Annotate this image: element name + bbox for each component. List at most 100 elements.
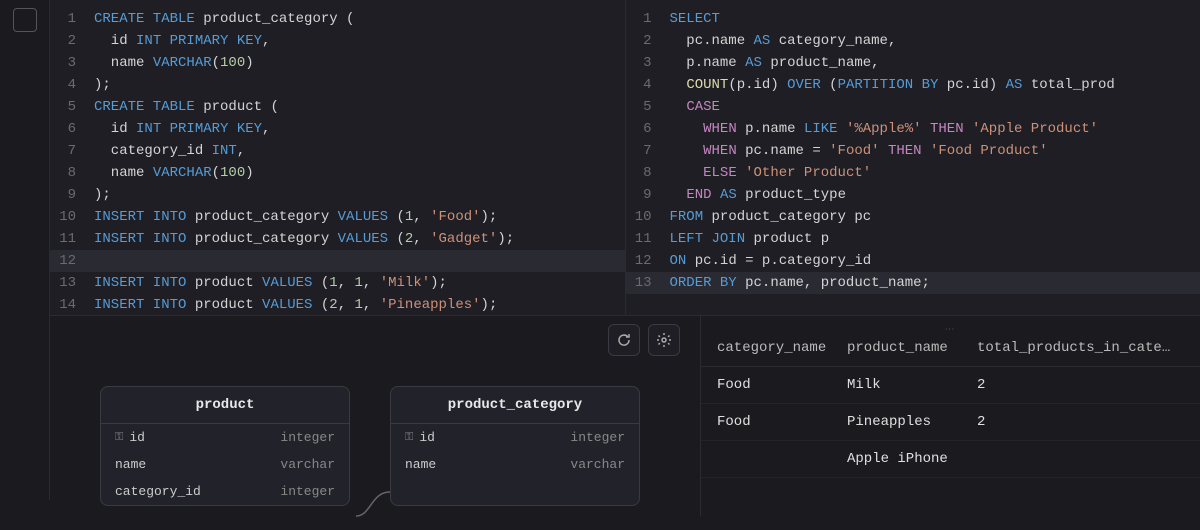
code-line[interactable]: 12 [50,250,625,272]
line-number: 5 [634,96,670,118]
code-line[interactable]: 10INSERT INTO product_category VALUES (1… [50,206,625,228]
code-content: CASE [670,96,720,118]
line-number: 11 [58,228,94,250]
line-number: 1 [58,8,94,30]
results-column-header[interactable]: total_products_in_category [977,340,1184,356]
code-line[interactable]: 5CREATE TABLE product ( [50,96,625,118]
results-cell [717,451,847,467]
column-name: id [129,430,145,445]
code-line[interactable]: 8 name VARCHAR(100) [50,162,625,184]
code-content: WHEN p.name LIKE '%Apple%' THEN 'Apple P… [670,118,1099,140]
results-panel: ⋯ category_nameproduct_nametotal_product… [700,316,1200,516]
code-line[interactable]: 13ORDER BY pc.name, product_name; [626,272,1200,294]
schema-card-product-category[interactable]: product_category ⚿idintegernamevarchar [390,386,640,506]
code-content: ); [94,184,111,206]
line-number: 4 [634,74,670,96]
code-content: name VARCHAR(100) [94,52,254,74]
schema-column[interactable]: name varchar [101,451,349,478]
code-content: WHEN pc.name = 'Food' THEN 'Food Product… [670,140,1048,162]
code-content: p.name AS product_name, [670,52,880,74]
code-line[interactable]: 8 ELSE 'Other Product' [626,162,1200,184]
results-column-header[interactable]: product_name [847,340,977,356]
results-column-header[interactable]: category_name [717,340,847,356]
column-type: integer [280,430,335,445]
column-name: name [115,457,146,472]
code-line[interactable]: 3 name VARCHAR(100) [50,52,625,74]
schema-card-title: product_category [391,387,639,424]
line-number: 1 [634,8,670,30]
code-line[interactable]: 11INSERT INTO product_category VALUES (2… [50,228,625,250]
results-cell: Apple iPhone [847,451,977,467]
code-line[interactable]: 6 WHEN p.name LIKE '%Apple%' THEN 'Apple… [626,118,1200,140]
schema-column[interactable]: category_id integer [101,478,349,505]
results-cell: 2 [977,377,1184,393]
code-content: CREATE TABLE product ( [94,96,279,118]
schema-card-product[interactable]: product ⚿ id integer name varchar category_id… [100,386,350,506]
gear-icon [656,332,672,348]
code-line[interactable]: 7 WHEN pc.name = 'Food' THEN 'Food Produ… [626,140,1200,162]
bottom-panel: product ⚿ id integer name varchar category_id… [50,315,1200,516]
schema-column[interactable]: ⚿ id integer [101,424,349,451]
results-row[interactable]: Apple iPhone [701,441,1200,478]
code-line[interactable]: 9 END AS product_type [626,184,1200,206]
settings-button[interactable] [648,324,680,356]
code-line[interactable]: 1CREATE TABLE product_category ( [50,8,625,30]
line-number: 2 [58,30,94,52]
code-content: INSERT INTO product_category VALUES (1, … [94,206,497,228]
line-number: 13 [634,272,670,294]
results-row[interactable]: FoodMilk2 [701,367,1200,404]
code-content: category_id INT, [94,140,245,162]
line-number: 6 [634,118,670,140]
line-number: 9 [634,184,670,206]
activity-icon[interactable] [13,8,37,32]
schema-cards: product ⚿ id integer name varchar category_id… [60,386,690,506]
line-number: 10 [634,206,670,228]
code-line[interactable]: 14INSERT INTO product VALUES (2, 1, 'Pin… [50,294,625,315]
code-line[interactable]: 3 p.name AS product_name, [626,52,1200,74]
code-line[interactable]: 4 COUNT(p.id) OVER (PARTITION BY pc.id) … [626,74,1200,96]
code-content: COUNT(p.id) OVER (PARTITION BY pc.id) AS… [670,74,1115,96]
code-line[interactable]: 13INSERT INTO product VALUES (1, 1, 'Mil… [50,272,625,294]
results-cell: Food [717,377,847,393]
line-number: 9 [58,184,94,206]
code-line[interactable]: 4); [50,74,625,96]
column-type: integer [280,484,335,499]
code-line[interactable]: 5 CASE [626,96,1200,118]
code-line[interactable]: 2 pc.name AS category_name, [626,30,1200,52]
code-line[interactable]: 11LEFT JOIN product p [626,228,1200,250]
code-content: ); [94,74,111,96]
line-number: 6 [58,118,94,140]
column-name: name [405,457,436,472]
code-line[interactable]: 6 id INT PRIMARY KEY, [50,118,625,140]
editor-schema[interactable]: 1CREATE TABLE product_category (2 id INT… [50,0,626,315]
results-cell [977,451,1184,467]
results-cell: Milk [847,377,977,393]
code-line[interactable]: 1SELECT [626,8,1200,30]
line-number: 7 [58,140,94,162]
line-number: 8 [58,162,94,184]
code-line[interactable]: 9); [50,184,625,206]
key-icon: ⚿ [115,432,123,444]
editor-query[interactable]: 1SELECT2 pc.name AS category_name,3 p.na… [626,0,1200,315]
code-content: name VARCHAR(100) [94,162,254,184]
schema-card-title: product [101,387,349,424]
schema-column[interactable]: ⚿idinteger [391,424,639,451]
code-line[interactable]: 2 id INT PRIMARY KEY, [50,30,625,52]
column-type: varchar [280,457,335,472]
schema-column[interactable]: namevarchar [391,451,639,478]
code-line[interactable]: 10FROM product_category pc [626,206,1200,228]
column-name: category_id [115,484,201,499]
line-number: 12 [58,250,94,272]
code-line[interactable]: 12ON pc.id = p.category_id [626,250,1200,272]
code-content: LEFT JOIN product p [670,228,830,250]
code-content: id INT PRIMARY KEY, [94,30,270,52]
refresh-button[interactable] [608,324,640,356]
code-content: pc.name AS category_name, [670,30,897,52]
code-line[interactable]: 7 category_id INT, [50,140,625,162]
code-content: ON pc.id = p.category_id [670,250,872,272]
results-row[interactable]: FoodPineapples2 [701,404,1200,441]
code-content: SELECT [670,8,720,30]
schema-toolbar [608,324,680,356]
code-content: CREATE TABLE product_category ( [94,8,354,30]
refresh-icon [616,332,632,348]
